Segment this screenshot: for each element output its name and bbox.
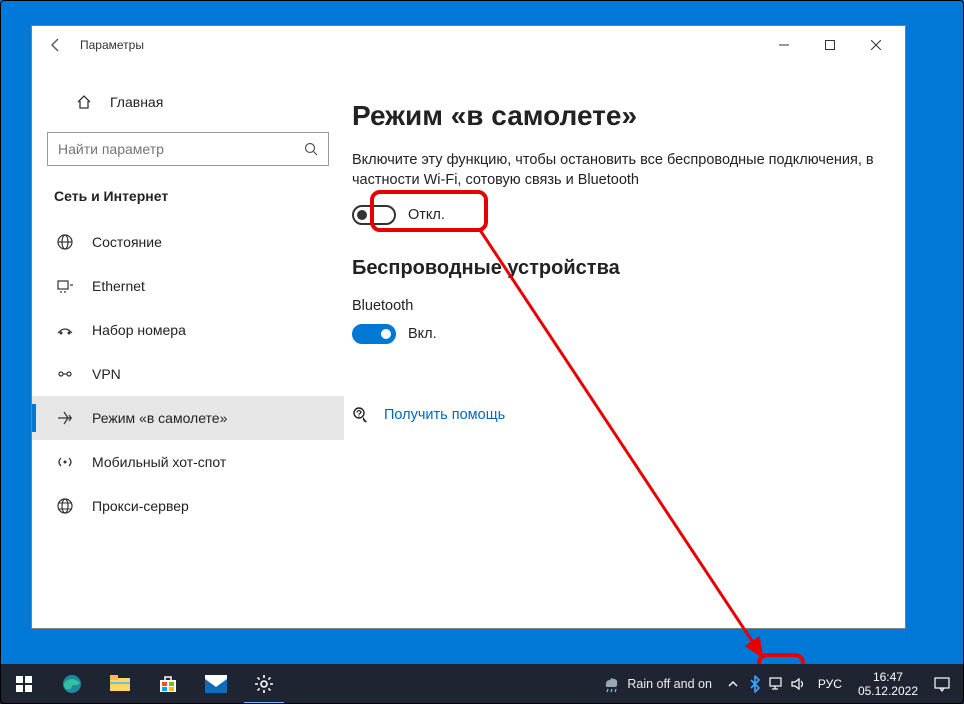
taskbar-store-icon[interactable] bbox=[144, 664, 192, 704]
content-pane: Режим «в самолете» Включите эту функцию,… bbox=[344, 64, 905, 628]
clock-date: 05.12.2022 bbox=[858, 684, 918, 698]
sidebar-item-label: Режим «в самолете» bbox=[92, 410, 227, 426]
weather-text: Rain off and on bbox=[627, 677, 712, 691]
dialup-icon bbox=[54, 321, 76, 339]
tray-language[interactable]: РУС bbox=[818, 677, 842, 691]
search-input[interactable] bbox=[58, 141, 279, 157]
sidebar-item-vpn[interactable]: VPN bbox=[32, 352, 344, 396]
page-description: Включите эту функцию, чтобы остановить в… bbox=[352, 150, 875, 191]
wireless-heading: Беспроводные устройства bbox=[352, 257, 875, 280]
home-label: Главная bbox=[110, 94, 163, 110]
help-link-row[interactable]: Получить помощь bbox=[352, 406, 875, 424]
sidebar-item-label: Состояние bbox=[92, 234, 162, 250]
sidebar-item-dialup[interactable]: Набор номера bbox=[32, 308, 344, 352]
weather-icon bbox=[601, 674, 621, 694]
airplane-icon bbox=[54, 409, 76, 427]
minimize-button[interactable] bbox=[761, 26, 807, 64]
sidebar-item-label: VPN bbox=[92, 366, 121, 382]
bluetooth-label: Bluetooth bbox=[352, 298, 875, 314]
sidebar-item-hotspot[interactable]: Мобильный хот-спот bbox=[32, 440, 344, 484]
proxy-icon bbox=[54, 497, 76, 515]
search-box[interactable] bbox=[47, 132, 329, 166]
airplane-mode-toggle[interactable] bbox=[352, 205, 396, 225]
search-icon bbox=[304, 142, 318, 156]
taskbar-edge-icon[interactable] bbox=[48, 664, 96, 704]
clock-time: 16:47 bbox=[858, 670, 918, 684]
help-link[interactable]: Получить помощь bbox=[384, 407, 505, 423]
page-title: Режим «в самолете» bbox=[352, 100, 875, 132]
taskbar-explorer-icon[interactable] bbox=[96, 664, 144, 704]
bluetooth-toggle[interactable] bbox=[352, 324, 396, 344]
sidebar-item-label: Ethernet bbox=[92, 278, 145, 294]
hotspot-icon bbox=[54, 453, 76, 471]
sidebar-item-label: Набор номера bbox=[92, 322, 186, 338]
tray-volume-icon[interactable] bbox=[788, 664, 810, 704]
window-title: Параметры bbox=[80, 38, 144, 52]
sidebar-item-airplane[interactable]: Режим «в самолете» bbox=[32, 396, 344, 440]
tray-clock[interactable]: 16:47 05.12.2022 bbox=[858, 670, 918, 699]
vpn-icon bbox=[54, 365, 76, 383]
sidebar-item-proxy[interactable]: Прокси-сервер bbox=[32, 484, 344, 528]
taskbar-mail-icon[interactable] bbox=[192, 664, 240, 704]
taskbar-settings-icon[interactable] bbox=[240, 664, 288, 704]
globe-icon bbox=[54, 233, 76, 251]
back-button[interactable] bbox=[32, 26, 80, 64]
home-icon bbox=[74, 94, 94, 110]
bluetooth-toggle-label: Вкл. bbox=[408, 326, 437, 342]
help-icon bbox=[352, 406, 370, 424]
settings-window: Параметры Главная Сеть и Интернет bbox=[31, 25, 906, 629]
tray-chevron-up-icon[interactable] bbox=[722, 664, 744, 704]
titlebar: Параметры bbox=[32, 26, 905, 64]
ethernet-icon bbox=[54, 277, 76, 295]
sidebar: Главная Сеть и Интернет Состояние Ethern… bbox=[32, 64, 344, 628]
taskbar-weather[interactable]: Rain off and on bbox=[601, 674, 712, 694]
start-button[interactable] bbox=[0, 664, 48, 704]
tray-bluetooth-icon[interactable] bbox=[744, 664, 766, 704]
home-nav[interactable]: Главная bbox=[42, 82, 344, 122]
sidebar-item-label: Мобильный хот-спот bbox=[92, 454, 226, 470]
maximize-button[interactable] bbox=[807, 26, 853, 64]
sidebar-item-label: Прокси-сервер bbox=[92, 498, 189, 514]
close-button[interactable] bbox=[853, 26, 899, 64]
sidebar-item-ethernet[interactable]: Ethernet bbox=[32, 264, 344, 308]
taskbar: Rain off and on РУС 16:47 05.12.2022 bbox=[0, 664, 964, 704]
airplane-toggle-label: Откл. bbox=[408, 207, 445, 223]
section-heading: Сеть и Интернет bbox=[54, 188, 344, 204]
tray-network-icon[interactable] bbox=[766, 664, 788, 704]
sidebar-item-status[interactable]: Состояние bbox=[32, 220, 344, 264]
tray-action-center-icon[interactable] bbox=[926, 676, 958, 692]
